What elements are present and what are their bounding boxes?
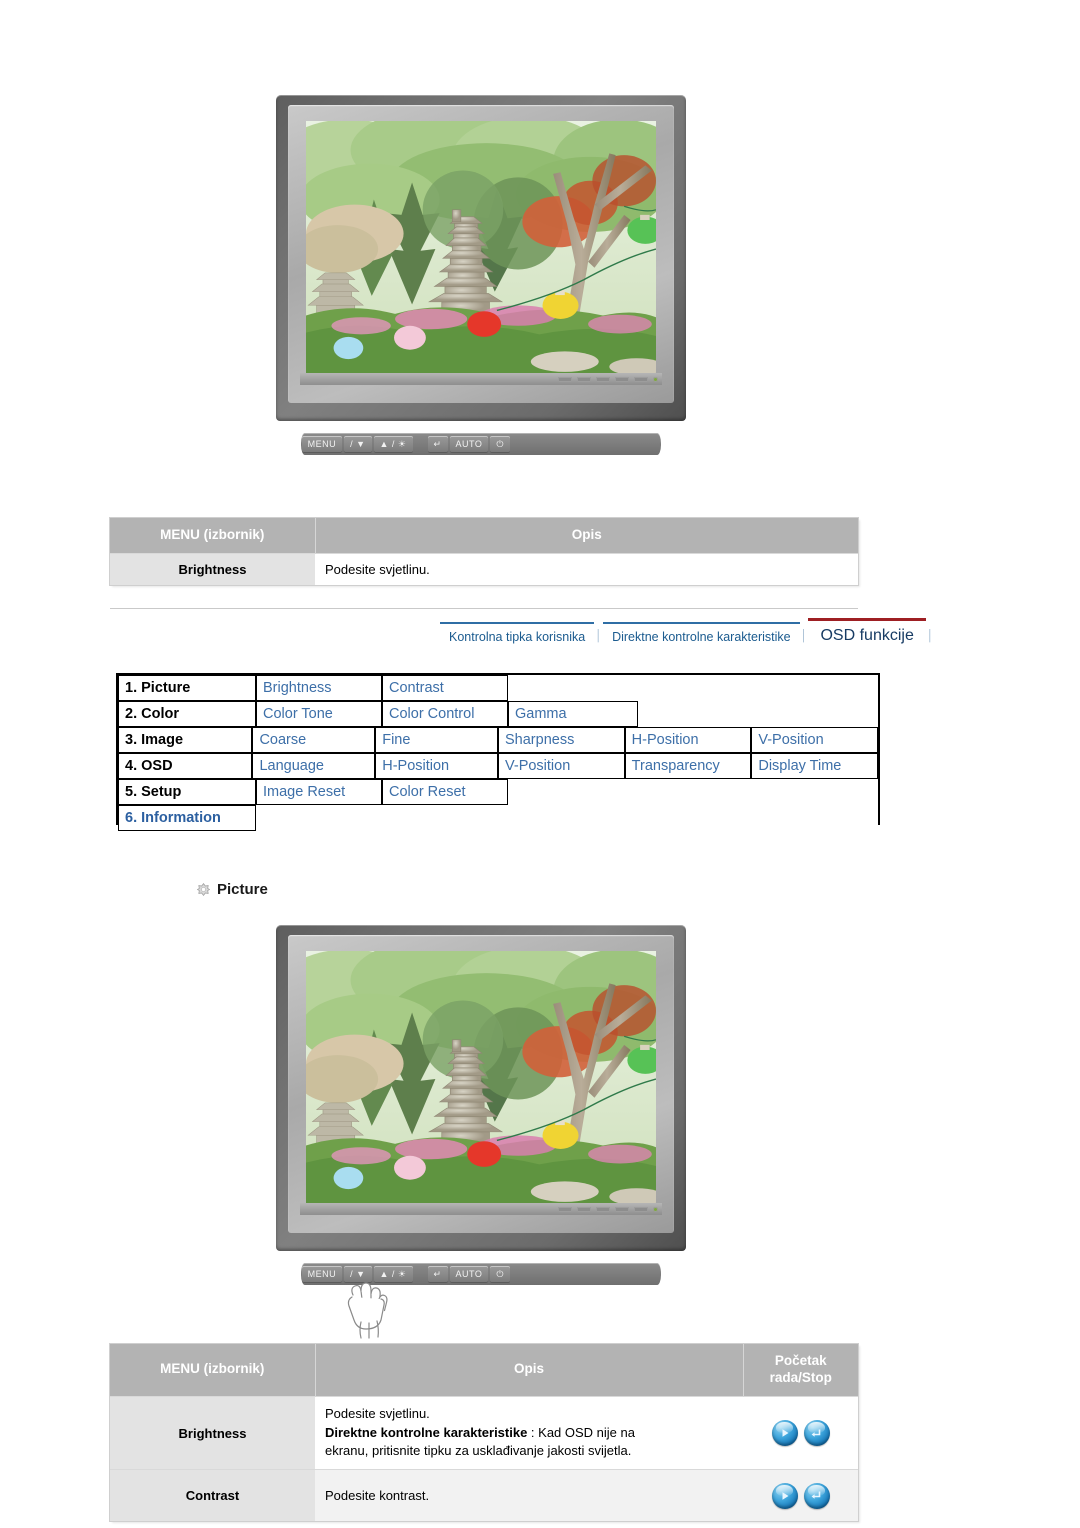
osd-menu-structure-table: 1. Picture Brightness Contrast 2. Color … <box>116 673 880 831</box>
up-brightness-button[interactable]: ▲ / ☀ <box>373 436 413 452</box>
tab-kontrolna-tipka-korisnika[interactable]: Kontrolna tipka korisnika <box>440 622 595 646</box>
table-row: Contrast Podesite kontrast. <box>110 1469 858 1522</box>
source-down-button[interactable]: / ▼ <box>344 1266 372 1282</box>
diamond-bullet-icon <box>196 883 211 896</box>
osd-item-transparency[interactable]: Transparency <box>624 753 752 779</box>
osd-item-display-time[interactable]: Display Time <box>751 753 879 779</box>
enter-button[interactable]: ↵ <box>427 1266 448 1282</box>
osd-item-v-position-osd[interactable]: V-Position <box>498 753 625 779</box>
osd-row-setup: 5. Setup Image Reset Color Reset <box>118 779 878 805</box>
monitor-bezel <box>288 935 674 1233</box>
osd-blank <box>256 805 878 831</box>
osd-item-coarse[interactable]: Coarse <box>252 727 376 753</box>
osd-row-information: 6. Information <box>118 805 878 831</box>
up-brightness-button[interactable]: ▲ / ☀ <box>373 1266 413 1282</box>
desc-after-bold: : Kad OSD nije na <box>527 1424 635 1440</box>
osd-menu-information[interactable]: 6. Information <box>118 805 256 831</box>
brightness-contrast-description-table: MENU (izbornik) Opis Početak rada/Stop B… <box>110 1344 858 1522</box>
col-header-opis: Opis <box>315 1344 744 1397</box>
osd-menu-setup[interactable]: 5. Setup <box>118 779 256 805</box>
play-circle-icon[interactable] <box>771 1420 798 1447</box>
monitor-outer-casing <box>276 95 686 421</box>
power-button[interactable]: ⏻ <box>490 436 511 452</box>
osd-item-color-reset[interactable]: Color Reset <box>382 779 508 805</box>
col-header-menu: MENU (izbornik) <box>110 518 316 554</box>
osd-blank <box>508 675 878 701</box>
desc-line-1: Podesite svjetlinu. <box>325 1405 430 1421</box>
power-button[interactable]: ⏻ <box>490 1266 511 1282</box>
osd-item-color-control[interactable]: Color Control <box>382 701 508 727</box>
tab-direktne-kontrolne-karakteristike[interactable]: Direktne kontrolne karakteristike <box>603 622 800 646</box>
page-title-label: Picture <box>217 881 268 898</box>
osd-item-v-position-image[interactable]: V-Position <box>751 727 879 753</box>
osd-item-brightness[interactable]: Brightness <box>256 675 382 701</box>
osd-item-image-reset[interactable]: Image Reset <box>256 779 382 805</box>
osd-item-sharpness[interactable]: Sharpness <box>498 727 625 753</box>
osd-item-h-position-image[interactable]: H-Position <box>624 727 752 753</box>
cell-opis-brightness: Podesite svjetlinu. <box>315 552 858 585</box>
menu-button[interactable]: MENU <box>301 1266 343 1282</box>
monitor-outer-casing <box>276 925 686 1251</box>
cell-icons-contrast <box>743 1469 858 1522</box>
menu-button[interactable]: MENU <box>301 436 343 452</box>
monitor-control-bar-bottom: MENU / ▼ ▲ / ☀ ↵ AUTO ⏻ <box>300 1263 662 1285</box>
cell-menu-contrast: Contrast <box>110 1469 315 1522</box>
table-header-row: MENU (izbornik) Opis <box>110 518 858 554</box>
table-row: Brightness Podesite svjetlinu. <box>110 552 858 585</box>
table-header-row: MENU (izbornik) Opis Početak rada/Stop <box>110 1344 858 1397</box>
col-header-opis: Opis <box>315 518 858 554</box>
osd-item-gamma[interactable]: Gamma <box>508 701 638 727</box>
osd-row-osd: 4. OSD Language H-Position V-Position Tr… <box>118 753 879 779</box>
osd-blank <box>638 701 878 727</box>
page-title-picture: Picture <box>196 881 268 898</box>
osd-item-h-position-osd[interactable]: H-Position <box>375 753 498 779</box>
osd-menu-osd[interactable]: 4. OSD <box>118 753 253 779</box>
monitor-illustration-bottom: MENU / ▼ ▲ / ☀ ↵ AUTO ⏻ <box>276 925 686 1285</box>
osd-menu-image[interactable]: 3. Image <box>118 727 253 753</box>
osd-row-picture: 1. Picture Brightness Contrast <box>118 675 878 701</box>
osd-item-contrast[interactable]: Contrast <box>382 675 508 701</box>
play-circle-icon[interactable] <box>771 1482 798 1509</box>
bezel-button-labels <box>558 375 658 383</box>
monitor-illustration-top: MENU / ▼ ▲ / ☀ ↵ AUTO ⏻ <box>276 95 686 455</box>
tab-osd-funkcije[interactable]: OSD funkcije <box>808 618 926 646</box>
bezel-button-labels <box>558 1205 658 1213</box>
enter-circle-icon[interactable] <box>803 1482 830 1509</box>
osd-blank <box>508 779 878 805</box>
tab-separator: │ <box>595 630 603 642</box>
osd-row-image: 3. Image Coarse Fine Sharpness H-Positio… <box>118 727 879 753</box>
cell-opis-contrast: Podesite kontrast. <box>315 1469 743 1522</box>
cell-icons-brightness <box>743 1395 858 1470</box>
table-row: Brightness Podesite svjetlinu. Direktne … <box>110 1395 858 1470</box>
tab-separator: │ <box>800 630 808 642</box>
desc-line-3: ekranu, pritisnite tipku za usklađivanje… <box>325 1443 632 1459</box>
col-header-line1: Početak <box>774 1353 827 1368</box>
cell-opis-brightness: Podesite svjetlinu. Direktne kontrolne k… <box>315 1395 743 1470</box>
desc-bold-phrase: Direktne kontrolne karakteristike <box>325 1424 528 1440</box>
osd-menu-color[interactable]: 2. Color <box>118 701 256 727</box>
monitor-control-bar-top: MENU / ▼ ▲ / ☀ ↵ AUTO ⏻ <box>300 433 662 455</box>
monitor-screen-image-top <box>306 121 656 377</box>
osd-item-language[interactable]: Language <box>252 753 376 779</box>
monitor-screen-image-bottom <box>306 951 656 1207</box>
col-header-line2: rada/Stop <box>769 1369 832 1385</box>
osd-row-color: 2. Color Color Tone Color Control Gamma <box>118 701 878 727</box>
osd-menu-picture[interactable]: 1. Picture <box>118 675 256 701</box>
osd-item-fine[interactable]: Fine <box>375 727 498 753</box>
tab-separator: │ <box>926 630 934 642</box>
osd-item-color-tone[interactable]: Color Tone <box>256 701 382 727</box>
section-divider <box>110 608 858 609</box>
enter-circle-icon[interactable] <box>803 1420 830 1447</box>
col-header-menu: MENU (izbornik) <box>110 1344 316 1397</box>
enter-button[interactable]: ↵ <box>427 436 448 452</box>
cell-menu-brightness: Brightness <box>110 1395 315 1470</box>
cell-menu-brightness: Brightness <box>110 552 315 585</box>
source-down-button[interactable]: / ▼ <box>344 436 372 452</box>
monitor-bezel <box>288 105 674 403</box>
auto-button[interactable]: AUTO <box>449 436 489 452</box>
brightness-description-table-top: MENU (izbornik) Opis Brightness Podesite… <box>110 518 858 585</box>
breadcrumb-tabs: Kontrolna tipka korisnika │ Direktne kon… <box>440 618 935 646</box>
auto-button[interactable]: AUTO <box>449 1266 489 1282</box>
col-header-pocetak-rada-stop: Početak rada/Stop <box>743 1344 858 1397</box>
